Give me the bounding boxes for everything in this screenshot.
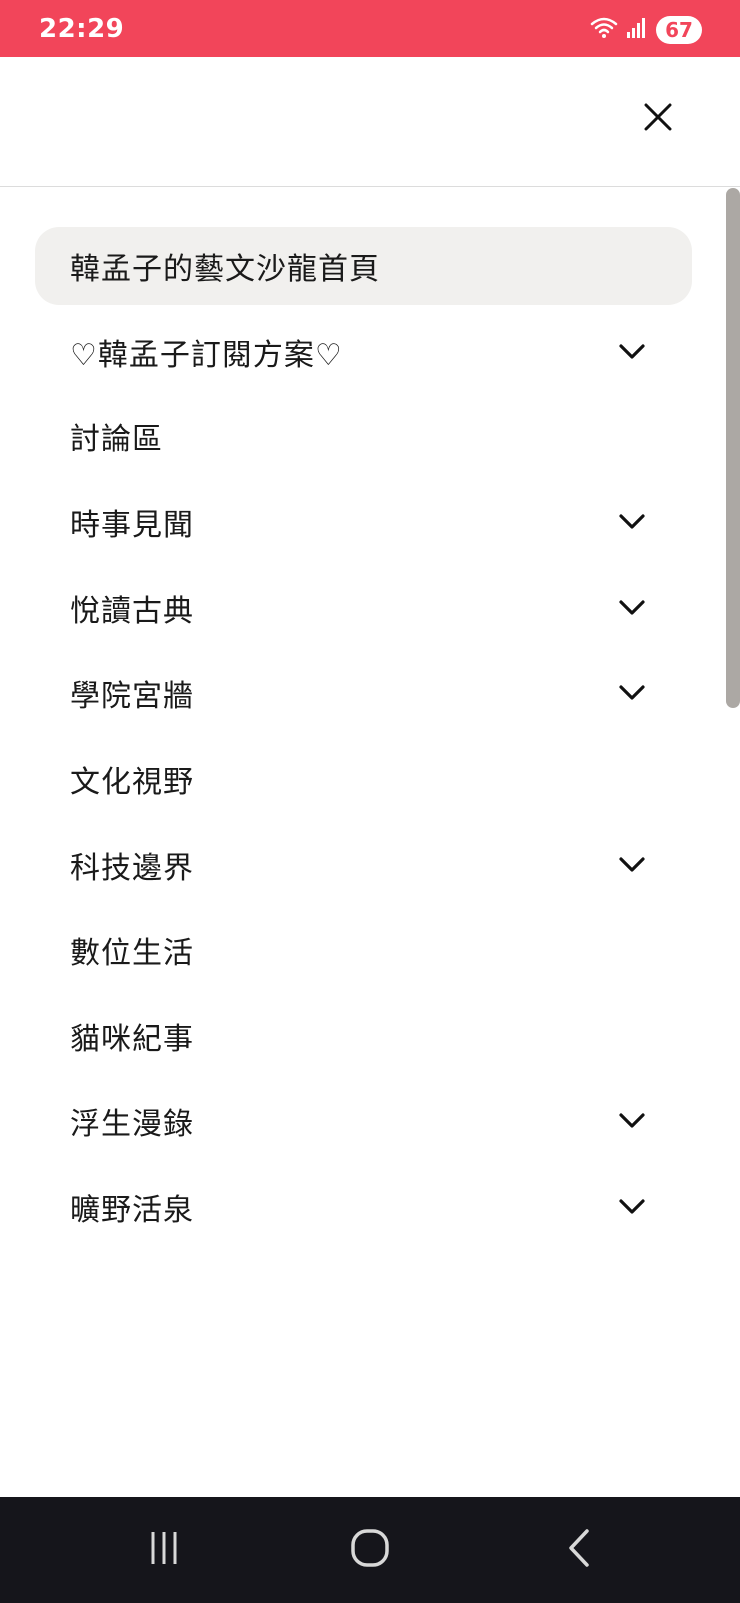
menu-item[interactable]: 討論區	[35, 397, 692, 475]
menu-item[interactable]: 科技邊界	[35, 826, 692, 904]
menu-item-label: ♡韓孟子訂閱方案♡	[70, 338, 343, 373]
menu-item[interactable]: 韓孟子的藝文沙龍首頁	[35, 227, 692, 305]
chevron-down-icon[interactable]	[617, 512, 647, 532]
signal-icon	[626, 16, 648, 44]
menu-item[interactable]: 學院宮牆	[35, 654, 692, 732]
menu-item[interactable]: 文化視野	[35, 740, 692, 818]
menu-item-label: 科技邊界	[70, 851, 194, 886]
wifi-icon	[590, 16, 618, 44]
chevron-down-icon[interactable]	[617, 342, 647, 362]
chevron-down-icon[interactable]	[617, 683, 647, 703]
close-icon	[643, 102, 673, 136]
status-time: 22:29	[39, 14, 125, 44]
menu-item-label: 韓孟子的藝文沙龍首頁	[70, 252, 380, 287]
recent-apps-icon	[146, 1530, 182, 1570]
menu-item-label: 文化視野	[70, 765, 194, 800]
menu-item-label: 時事見聞	[70, 508, 194, 543]
menu-item[interactable]: 貓咪紀事	[35, 997, 692, 1075]
chevron-down-icon[interactable]	[617, 598, 647, 618]
menu-item[interactable]: 時事見聞	[35, 483, 692, 561]
home-icon	[350, 1528, 390, 1572]
chevron-down-icon[interactable]	[617, 1111, 647, 1131]
close-button[interactable]	[636, 97, 680, 141]
menu-item[interactable]: 悅讀古典	[35, 569, 692, 647]
menu-item[interactable]: 數位生活	[35, 911, 692, 989]
chevron-down-icon[interactable]	[617, 855, 647, 875]
menu-item[interactable]: 曠野活泉	[35, 1168, 692, 1246]
menu-item[interactable]: 浮生漫錄	[35, 1082, 692, 1160]
home-button[interactable]	[345, 1525, 395, 1575]
menu-item-label: 悅讀古典	[70, 594, 194, 629]
battery-icon: 67	[656, 16, 702, 44]
menu-item-label: 貓咪紀事	[70, 1022, 194, 1057]
navigation-menu: 韓孟子的藝文沙龍首頁 ♡韓孟子訂閱方案♡ 討論區時事見聞悅讀古典學院宮牆文化視野科技…	[0, 187, 740, 1497]
menu-item-label: 浮生漫錄	[70, 1107, 194, 1142]
menu-item-label: 數位生活	[70, 936, 194, 971]
menu-item-label: 學院宮牆	[70, 679, 194, 714]
scrollbar[interactable]	[726, 188, 740, 708]
back-icon	[565, 1528, 595, 1572]
system-nav-bar	[0, 1497, 740, 1603]
menu-item[interactable]: ♡韓孟子訂閱方案♡	[35, 313, 692, 391]
menu-item-label: 曠野活泉	[70, 1193, 194, 1228]
chevron-down-icon[interactable]	[617, 1197, 647, 1217]
menu-item-label: 討論區	[70, 422, 163, 457]
menu-header	[0, 57, 740, 187]
back-button[interactable]	[555, 1525, 605, 1575]
status-bar: 22:29 67	[0, 0, 740, 57]
status-icons: 67	[590, 16, 702, 44]
recent-apps-button[interactable]	[139, 1525, 189, 1575]
